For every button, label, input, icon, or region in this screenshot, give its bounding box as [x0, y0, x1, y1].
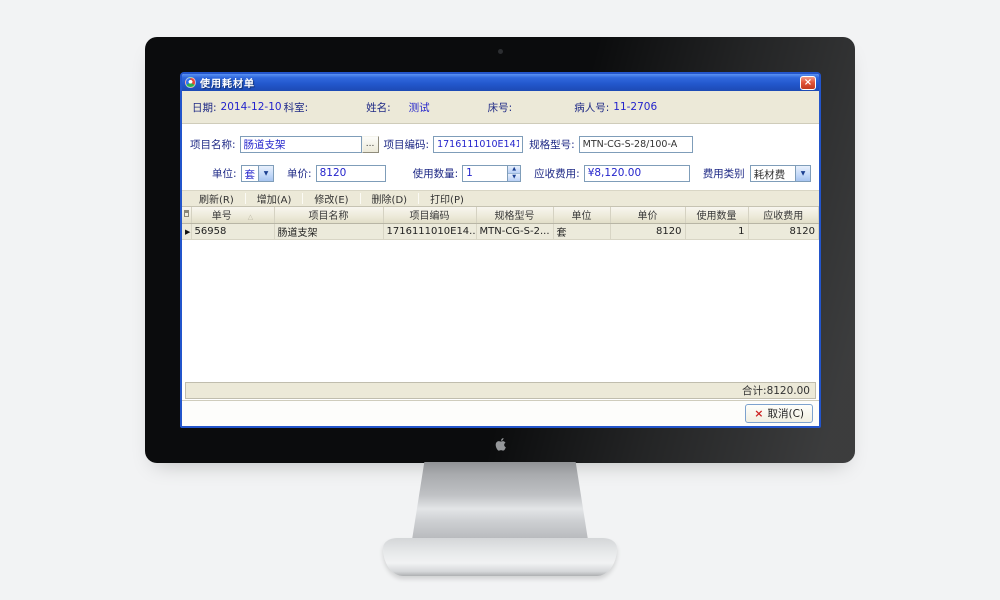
- spec-label: 规格型号:: [529, 137, 575, 152]
- cell-order-no[interactable]: 56958: [191, 223, 274, 239]
- total-bar: 合计:8120.00: [185, 382, 816, 399]
- col-header-item-code[interactable]: 项目编码: [383, 207, 476, 223]
- monitor-frame: 使用耗材单 × 日期: 2014-12-10 科室: 姓名: 测试 床号: 病人…: [145, 37, 855, 463]
- col-header-order-no[interactable]: 单号△: [191, 207, 274, 223]
- item-code-label: 项目编码:: [384, 137, 430, 152]
- row-indicator: ▶: [182, 223, 191, 239]
- table-row[interactable]: ▶ 56958 肠道支架 1716111010E14... MTN-CG-S-2…: [182, 223, 819, 239]
- fee-input[interactable]: [584, 165, 690, 182]
- unit-combo[interactable]: 套 ▼: [241, 165, 275, 182]
- form-row-1: 项目名称: ... 项目编码: 规格型号:: [190, 135, 811, 153]
- cell-unit-price[interactable]: 8120: [610, 223, 685, 239]
- patient-no-value: 11-2706: [613, 101, 657, 113]
- grid-corner-icon: [184, 210, 189, 217]
- col-header-spec[interactable]: 规格型号: [476, 207, 553, 223]
- delete-button[interactable]: 删除(D): [361, 191, 419, 206]
- cell-item-code[interactable]: 1716111010E14...: [383, 223, 476, 239]
- dept-label: 科室:: [284, 100, 309, 115]
- dialog-footer: × 取消(C): [182, 400, 819, 426]
- item-name-label: 项目名称:: [190, 137, 236, 152]
- cell-spec[interactable]: MTN-CG-S-2...: [476, 223, 553, 239]
- form-row-2: 单位: 套 ▼ 单价: 使用数量: 1 ▲ ▼ 应收费用: 费用类别: [190, 164, 811, 182]
- name-label: 姓名:: [366, 100, 391, 115]
- monitor-stand-neck: [412, 462, 588, 540]
- window-title: 使用耗材单: [200, 75, 255, 90]
- webcam-icon: [498, 49, 503, 54]
- monitor-stand-base: [383, 538, 617, 576]
- row-pointer-icon: ▶: [185, 228, 190, 236]
- col-header-quantity[interactable]: 使用数量: [685, 207, 748, 223]
- cell-quantity[interactable]: 1: [685, 223, 748, 239]
- spin-up-icon[interactable]: ▲: [508, 166, 520, 173]
- data-grid: 单号△ 项目名称 项目编码 规格型号 单位 单价 使用数量 应收费用 ▶ 569…: [182, 207, 819, 400]
- cell-item-name[interactable]: 肠道支架: [274, 223, 383, 239]
- chevron-down-icon[interactable]: ▼: [258, 166, 273, 181]
- total-value: 合计:8120.00: [742, 383, 810, 398]
- unit-price-label: 单价:: [287, 166, 312, 181]
- bed-label: 床号:: [488, 100, 513, 115]
- add-button[interactable]: 增加(A): [246, 191, 303, 206]
- close-button[interactable]: ×: [800, 76, 816, 90]
- col-header-fee[interactable]: 应收费用: [748, 207, 819, 223]
- refresh-button[interactable]: 刷新(R): [188, 191, 245, 206]
- edit-button[interactable]: 修改(E): [303, 191, 359, 206]
- col-header-unit[interactable]: 单位: [553, 207, 610, 223]
- grid-corner: [182, 207, 191, 223]
- browse-button[interactable]: ...: [362, 136, 379, 153]
- fee-type-combo[interactable]: 耗材费 ▼: [750, 165, 811, 182]
- patient-no-label: 病人号:: [574, 100, 609, 115]
- apple-logo-icon: [493, 436, 507, 452]
- quantity-label: 使用数量:: [413, 166, 459, 181]
- col-header-item-name[interactable]: 项目名称: [274, 207, 383, 223]
- cell-fee[interactable]: 8120: [748, 223, 819, 239]
- date-label: 日期:: [192, 100, 217, 115]
- item-code-input[interactable]: [433, 136, 523, 153]
- spec-input[interactable]: [579, 136, 693, 153]
- unit-label: 单位:: [212, 166, 237, 181]
- fee-label: 应收费用:: [534, 166, 580, 181]
- item-name-input[interactable]: [240, 136, 362, 153]
- app-window: 使用耗材单 × 日期: 2014-12-10 科室: 姓名: 测试 床号: 病人…: [180, 72, 821, 428]
- quantity-value: 1: [463, 166, 507, 181]
- name-value: 测试: [409, 100, 430, 115]
- form-fields: 项目名称: ... 项目编码: 规格型号: 单位: 套 ▼ 单价: 使用数量: …: [182, 124, 819, 190]
- date-value: 2014-12-10: [221, 101, 282, 113]
- quantity-stepper[interactable]: 1 ▲ ▼: [462, 165, 521, 182]
- chevron-down-icon[interactable]: ▼: [795, 166, 810, 181]
- grid-header-row: 单号△ 项目名称 项目编码 规格型号 单位 单价 使用数量 应收费用: [182, 207, 819, 223]
- cell-unit[interactable]: 套: [553, 223, 610, 239]
- fee-type-label: 费用类别: [703, 166, 745, 181]
- window-titlebar[interactable]: 使用耗材单 ×: [182, 74, 819, 91]
- col-header-unit-price[interactable]: 单价: [610, 207, 685, 223]
- grid-toolbar: 刷新(R) 增加(A) 修改(E) 删除(D) 打印(P): [182, 190, 819, 207]
- patient-info-bar: 日期: 2014-12-10 科室: 姓名: 测试 床号: 病人号: 11-27…: [182, 91, 819, 124]
- sort-icon: △: [248, 213, 253, 221]
- unit-price-input[interactable]: [316, 165, 386, 182]
- app-icon: [185, 77, 196, 88]
- cancel-x-icon: ×: [754, 408, 763, 419]
- fee-type-value: 耗材费: [751, 166, 795, 181]
- cancel-label: 取消(C): [767, 406, 804, 421]
- print-button[interactable]: 打印(P): [419, 191, 475, 206]
- cancel-button[interactable]: × 取消(C): [745, 404, 813, 423]
- unit-value: 套: [242, 166, 259, 181]
- spin-down-icon[interactable]: ▼: [508, 173, 520, 181]
